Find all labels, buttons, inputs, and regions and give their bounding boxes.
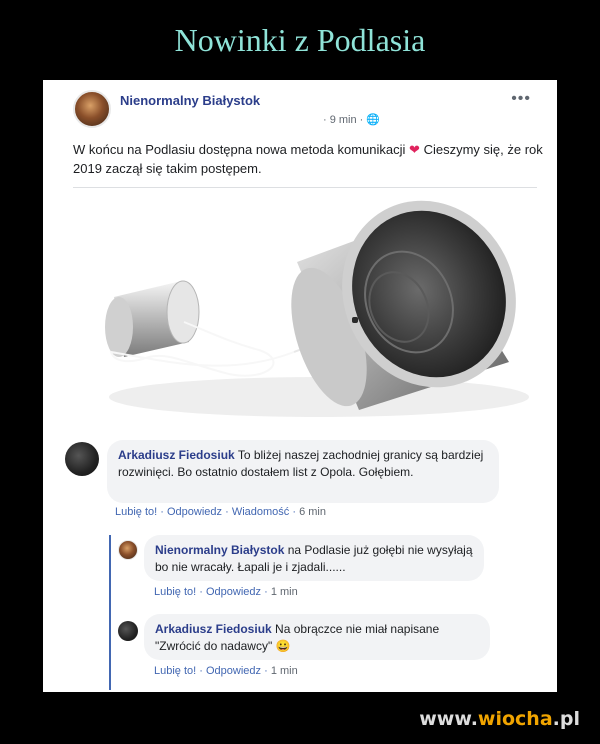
like-link[interactable]: Lubię to! xyxy=(115,506,157,518)
page-avatar-small[interactable] xyxy=(118,540,138,560)
facebook-post-card: Nienormalny Białystok · 9 min · 🌐 ••• W … xyxy=(43,80,557,692)
comment-author[interactable]: Arkadiusz Fiedosiuk xyxy=(118,448,235,462)
reply-link[interactable]: Odpowiedz xyxy=(206,665,261,677)
reply-link[interactable]: Odpowiedz xyxy=(206,586,261,598)
post-text: W końcu na Podlasiu dostępna nowa metoda… xyxy=(73,140,543,178)
reply-bubble: Arkadiusz Fiedosiuk Na obrączce nie miał… xyxy=(144,614,490,660)
watermark-prefix: www. xyxy=(419,708,478,730)
site-title: Nowinki z Podlasia xyxy=(174,22,426,58)
reply-actions: Lubię to! · Odpowiedz · 1 min xyxy=(154,586,298,598)
commenter-avatar-small[interactable] xyxy=(118,621,138,641)
more-options-icon[interactable]: ••• xyxy=(511,90,531,108)
reply-link[interactable]: Odpowiedz xyxy=(167,506,222,518)
comment-time[interactable]: 6 min xyxy=(299,506,326,518)
reply-bubble: Nienormalny Białystok na Podlasie już go… xyxy=(144,535,484,581)
reply-thread-line xyxy=(109,535,111,690)
like-link[interactable]: Lubię to! xyxy=(154,665,196,677)
reply-time[interactable]: 1 min xyxy=(271,586,298,598)
globe-icon: 🌐 xyxy=(366,114,381,126)
reply-author[interactable]: Nienormalny Białystok xyxy=(155,543,284,557)
tin-can-telephone-photo[interactable] xyxy=(59,192,549,437)
post-author[interactable]: Nienormalny Białystok xyxy=(120,93,260,108)
comment-bubble: Arkadiusz Fiedosiuk To bliżej naszej zac… xyxy=(107,440,499,503)
commenter-avatar[interactable] xyxy=(65,442,99,476)
post-meta: · 9 min · 🌐 xyxy=(323,113,380,126)
heart-emoji-icon: ❤ xyxy=(409,142,420,157)
post-text-part-1: W końcu na Podlasiu dostępna nowa metoda… xyxy=(73,142,406,157)
watermark: www.wiocha.pl xyxy=(419,708,580,730)
comment-actions: Lubię to! · Odpowiedz · Wiadomość · 6 mi… xyxy=(115,506,326,518)
message-link[interactable]: Wiadomość xyxy=(232,506,289,518)
grinning-emoji-icon: 😀 xyxy=(275,639,291,653)
watermark-suffix: .pl xyxy=(552,708,580,730)
post-time[interactable]: · 9 min · xyxy=(323,114,363,126)
page-avatar[interactable] xyxy=(73,90,111,128)
reply-author[interactable]: Arkadiusz Fiedosiuk xyxy=(155,622,272,636)
watermark-brand: wiocha xyxy=(477,708,553,730)
like-link[interactable]: Lubię to! xyxy=(154,586,196,598)
reply-time[interactable]: 1 min xyxy=(271,665,298,677)
reply-actions: Lubię to! · Odpowiedz · 1 min xyxy=(154,665,298,677)
divider xyxy=(73,187,537,188)
